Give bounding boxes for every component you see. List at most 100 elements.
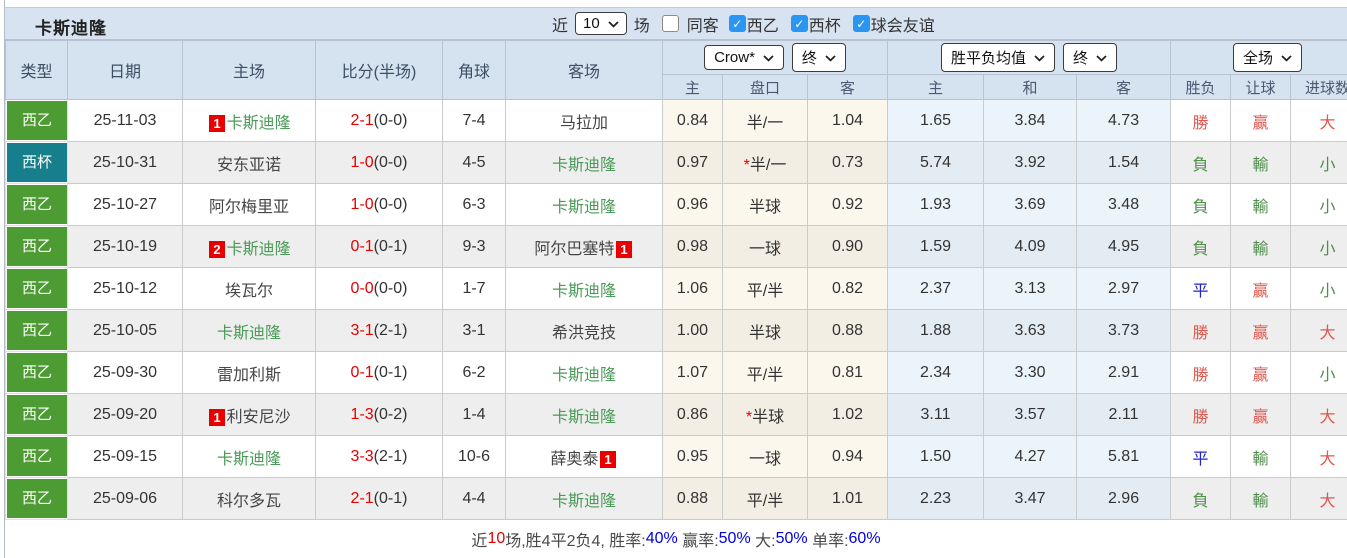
summary-segment: 大: (751, 527, 776, 551)
avg-draw-odds: 3.57 (984, 394, 1077, 436)
competition-badge: 西乙 (7, 101, 67, 140)
corners: 10-6 (443, 436, 506, 478)
chevron-down-icon (763, 49, 774, 66)
col-header-home: 主场 (183, 41, 316, 100)
score-cell: 1-3(0-2) (316, 394, 443, 436)
away-team-name: 希洪竞技 (552, 325, 616, 342)
chevron-down-icon (825, 49, 836, 66)
half-time-score: (0-2) (374, 406, 408, 423)
avg-draw-odds: 3.13 (984, 268, 1077, 310)
match-date: 25-09-30 (68, 352, 183, 394)
score-cell: 1-0(0-0) (316, 184, 443, 226)
league-label-xiyi: 西乙 (747, 12, 779, 36)
home-team-name: 卡斯迪隆 (227, 241, 291, 258)
handicap-text: 平/半 (747, 283, 783, 300)
result-goals: 大 (1291, 436, 1347, 478)
sub-header-outcome: 胜负 (1171, 75, 1231, 100)
match-row: 西乙25-10-05卡斯迪隆3-1(2-1)3-1希洪竞技1.00半球0.881… (6, 310, 1347, 352)
scope-select[interactable]: 全场 (1233, 43, 1302, 72)
sub-header-goals: 进球数 (1291, 75, 1347, 100)
away-team: 阿尔巴塞特1 (506, 226, 663, 268)
result-outcome: 負 (1171, 226, 1231, 268)
result-handicap: 輸 (1231, 436, 1291, 478)
match-row: 西乙25-09-30雷加利斯0-1(0-1)6-2卡斯迪隆1.07平/半0.81… (6, 352, 1347, 394)
full-time-score: 0-0 (351, 280, 374, 297)
recent-count-select[interactable]: 10 (575, 12, 627, 35)
home-odds: 0.97 (663, 142, 723, 184)
home-team: 卡斯迪隆 (183, 436, 316, 478)
match-row: 西乙25-10-27阿尔梅里亚1-0(0-0)6-3卡斯迪隆0.96半球0.92… (6, 184, 1347, 226)
away-odds: 0.82 (808, 268, 888, 310)
result-goals: 大 (1291, 394, 1347, 436)
match-date: 25-10-31 (68, 142, 183, 184)
match-date: 25-10-19 (68, 226, 183, 268)
match-row: 西乙25-10-12埃瓦尔0-0(0-0)1-7卡斯迪隆1.06平/半0.822… (6, 268, 1347, 310)
corners: 6-2 (443, 352, 506, 394)
avg-draw-odds: 3.30 (984, 352, 1077, 394)
league-checkbox-xibei[interactable]: ✓ (791, 15, 808, 32)
summary-segment: 40% (646, 530, 678, 548)
score-cell: 2-1(0-1) (316, 478, 443, 520)
team-title: 卡斯迪隆 (35, 14, 107, 39)
avg-away-odds: 2.11 (1077, 394, 1171, 436)
result-goals: 大 (1291, 478, 1347, 520)
table-panel: 卡斯迪隆 近 10 场 同客 ✓ 西乙 ✓ 西杯 ✓ 球会友谊 (4, 0, 1347, 558)
summary-segment: 50% (719, 530, 751, 548)
same-opponent-label: 同客 (687, 12, 719, 36)
summary-segment: 50% (776, 530, 808, 548)
summary-segment: 60% (849, 530, 881, 548)
odds-stage-select-2[interactable]: 终 (1063, 43, 1117, 72)
summary-footer: 近10场,胜4平2负4, 胜率:40% 赢率:50% 大:50% 单率:60% (5, 520, 1347, 558)
avg-home-odds: 5.74 (888, 142, 984, 184)
result-handicap: 輸 (1231, 226, 1291, 268)
league-checkbox-friendly[interactable]: ✓ (853, 15, 870, 32)
odds-stage-select-1[interactable]: 终 (792, 43, 846, 72)
full-time-score: 1-0 (351, 154, 374, 171)
league-checkbox-xiyi[interactable]: ✓ (729, 15, 746, 32)
competition-badge: 西乙 (7, 311, 67, 350)
same-opponent-checkbox[interactable] (662, 15, 679, 32)
chevron-down-icon (608, 15, 619, 32)
avg-type-select[interactable]: 胜平负均值 (941, 43, 1055, 72)
match-date: 25-10-05 (68, 310, 183, 352)
handicap-text: 一球 (749, 241, 781, 258)
away-odds: 0.81 (808, 352, 888, 394)
match-date: 25-10-12 (68, 268, 183, 310)
sub-header-odds-away: 客 (808, 75, 888, 100)
score-cell: 0-0(0-0) (316, 268, 443, 310)
odds-company-select[interactable]: Crow* (704, 45, 784, 70)
score-cell: 1-0(0-0) (316, 142, 443, 184)
recent-label: 近 (552, 12, 568, 36)
avg-home-odds: 1.50 (888, 436, 984, 478)
scope-value: 全场 (1243, 47, 1273, 68)
title-bar: 卡斯迪隆 近 10 场 同客 ✓ 西乙 ✓ 西杯 ✓ 球会友谊 (5, 7, 1347, 40)
header-row-1: 类型 日期 主场 比分(半场) 角球 客场 Crow* (6, 41, 1347, 75)
avg-home-odds: 1.93 (888, 184, 984, 226)
competition-cell: 西杯 (6, 142, 68, 184)
home-odds: 0.84 (663, 100, 723, 142)
home-odds: 0.95 (663, 436, 723, 478)
avg-draw-odds: 3.92 (984, 142, 1077, 184)
away-team-name: 卡斯迪隆 (552, 493, 616, 510)
avg-home-odds: 1.65 (888, 100, 984, 142)
away-team-name: 薛奥泰 (550, 451, 598, 468)
avg-away-odds: 4.95 (1077, 226, 1171, 268)
handicap-text: 半球 (749, 325, 781, 342)
corners: 1-4 (443, 394, 506, 436)
home-team-name: 卡斯迪隆 (217, 325, 281, 342)
competition-badge: 西乙 (7, 269, 67, 308)
result-goals: 小 (1291, 142, 1347, 184)
card-count-badge: 1 (600, 451, 615, 468)
avg-away-odds: 2.97 (1077, 268, 1171, 310)
match-row: 西乙25-09-15卡斯迪隆3-3(2-1)10-6薛奥泰10.95一球0.94… (6, 436, 1347, 478)
away-team-name: 卡斯迪隆 (552, 409, 616, 426)
handicap-text: 半/一 (747, 115, 783, 132)
away-odds: 1.01 (808, 478, 888, 520)
half-time-score: (0-0) (374, 154, 408, 171)
competition-badge: 西乙 (7, 395, 67, 434)
corners: 6-3 (443, 184, 506, 226)
home-team: 阿尔梅里亚 (183, 184, 316, 226)
competition-cell: 西乙 (6, 100, 68, 142)
home-team-name: 卡斯迪隆 (227, 115, 291, 132)
competition-cell: 西乙 (6, 352, 68, 394)
